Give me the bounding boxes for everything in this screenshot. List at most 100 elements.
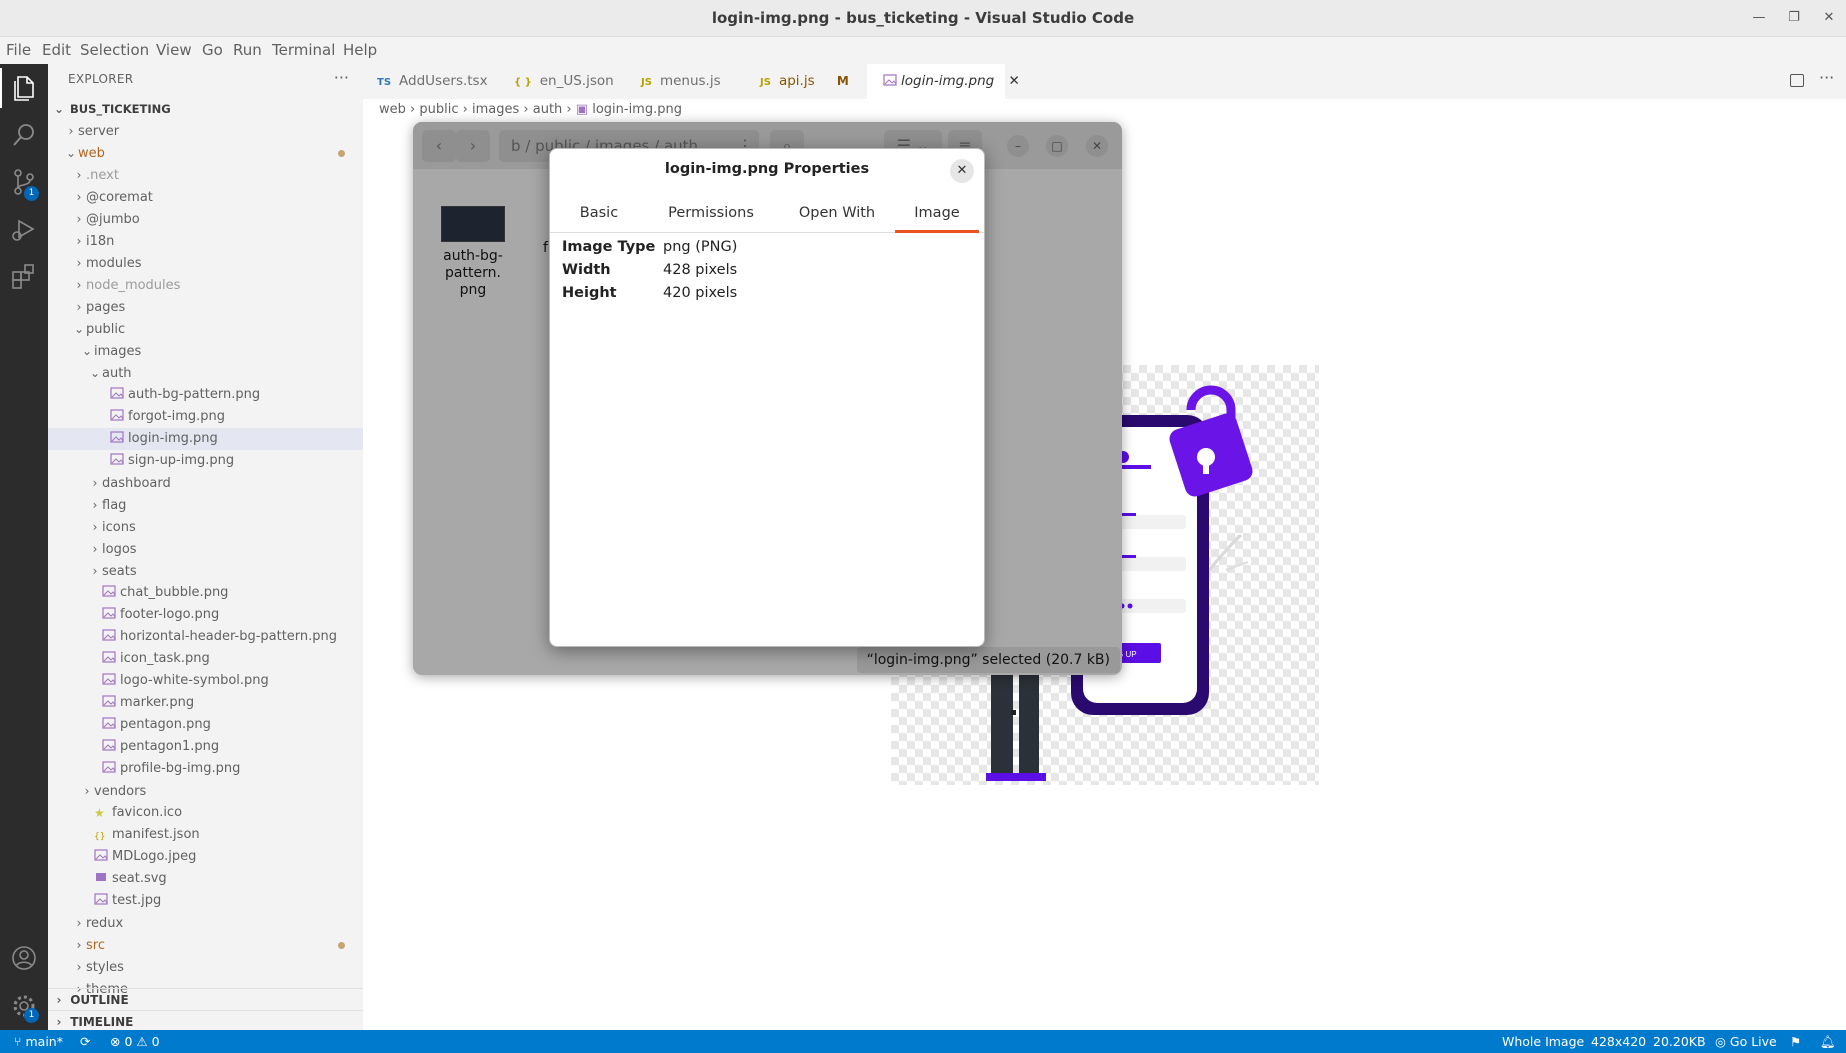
close-tab-icon[interactable]: ✕ [1009,73,1020,89]
tree-item-logos[interactable]: › logos [48,538,363,560]
source-control-icon[interactable]: 1 [8,166,40,201]
search-icon[interactable] [8,119,40,151]
tree-item-profile-bg-img-png[interactable]: profile-bg-img.png [48,758,363,780]
outline-section[interactable]: › OUTLINE [48,988,363,1010]
menu-edit[interactable]: Edit [42,41,71,59]
split-editor-icon[interactable] [1790,74,1804,87]
status-bar: ⑂ main* ⟳ ⊗ 0 ⚠ 0 Whole Image 428x420 20… [0,1030,1846,1053]
maximize-icon[interactable]: □ [1046,135,1068,157]
tree-item-modules[interactable]: › modules [48,252,363,274]
tree-item-test-jpg[interactable]: test.jpg [48,890,363,912]
tab-basic[interactable]: Basic [564,199,634,233]
sync-icon[interactable]: ⟳ [80,1030,90,1053]
extensions-icon[interactable] [8,260,40,292]
minimize-icon[interactable]: – [1007,135,1029,157]
tab-image[interactable]: Image [895,199,979,233]
close-window-button[interactable]: ✕ [1818,7,1840,29]
breadcrumb-web[interactable]: web [379,102,406,117]
breadcrumb-public[interactable]: public [419,102,458,117]
tree-item-icons[interactable]: › icons [48,516,363,538]
go-live-button[interactable]: ◎ Go Live [1715,1030,1777,1053]
tree-item-jumbo[interactable]: › @jumbo [48,208,363,230]
notifications-bell-icon[interactable]: 🔔︎ [1820,1030,1836,1053]
explorer-icon[interactable] [8,72,40,104]
restore-button[interactable]: ❐ [1783,7,1805,29]
tree-item-pentagon-png[interactable]: pentagon.png [48,714,363,736]
tree-item-public[interactable]: ⌄ public [48,318,363,340]
file-item-auth-bg-pattern[interactable]: auth-bg- pattern. png [435,206,511,299]
chevron-right-icon: › [76,256,82,270]
tree-item-auth[interactable]: ⌄ auth [48,362,363,384]
tree-item-flag[interactable]: › flag [48,494,363,516]
minimize-button[interactable]: — [1748,7,1770,29]
tree-item-auth-bg-pattern-png[interactable]: auth-bg-pattern.png [48,384,363,406]
chevron-down-icon: ⌄ [73,322,85,336]
tab-permissions[interactable]: Permissions [656,199,766,233]
menu-help[interactable]: Help [343,41,377,59]
tree-item-styles[interactable]: › styles [48,956,363,978]
dialog-close-button[interactable]: ✕ [950,159,974,183]
account-icon[interactable] [8,942,40,974]
tree-item-pages[interactable]: › pages [48,296,363,318]
tree-item-icon-task-png[interactable]: icon_task.png [48,648,363,670]
tree-item-vendors[interactable]: › vendors [48,780,363,802]
tree-item-seat-svg[interactable]: seat.svg [48,868,363,890]
tree-item-src[interactable]: › src [48,934,363,956]
tree-item-forgot-img-png[interactable]: forgot-img.png [48,406,363,428]
settings-badge: 1 [24,1008,39,1023]
close-icon[interactable]: ✕ [1086,135,1108,157]
workspace-root[interactable]: ⌄ BUS_TICKETING [48,98,363,120]
run-debug-icon[interactable] [8,213,40,245]
tree-item-i18n[interactable]: › i18n [48,230,363,252]
zoom-mode[interactable]: Whole Image [1502,1030,1584,1053]
tree-item-footer-logo-png[interactable]: footer-logo.png [48,604,363,626]
tree-item-coremat[interactable]: › @coremat [48,186,363,208]
breadcrumb-file[interactable]: login-img.png [592,102,682,117]
settings-gear-icon[interactable]: 1 [8,990,40,1023]
tab-en-us-json[interactable]: { } en_US.json [514,64,624,99]
tab-api-js[interactable]: JS api.js M [760,64,860,99]
explorer-more-button[interactable]: ··· [334,68,349,87]
timeline-section[interactable]: › TIMELINE [48,1010,363,1030]
tree-item-sign-up-img-png[interactable]: sign-up-img.png [48,450,363,472]
back-button[interactable]: ‹ [422,130,456,162]
tree-item-next[interactable]: › .next [48,164,363,186]
tab-menus-js[interactable]: JS menus.js [641,64,731,99]
tree-item-seats[interactable]: › seats [48,560,363,582]
breadcrumb-auth[interactable]: auth [533,102,563,117]
menu-selection[interactable]: Selection [80,41,149,59]
tree-item-server[interactable]: › server [48,120,363,142]
branch-indicator[interactable]: ⑂ main* [14,1030,63,1053]
tree-item-mdlogo-jpeg[interactable]: MDLogo.jpeg [48,846,363,868]
tab-addusers[interactable]: TS AddUsers.tsx [377,64,497,99]
tree-item-node-modules[interactable]: › node_modules [48,274,363,296]
menu-terminal[interactable]: Terminal [272,41,335,59]
menu-view[interactable]: View [156,41,192,59]
tree-item-manifest-json[interactable]: {} manifest.json [48,824,363,846]
tab-login-img[interactable]: login-img.png ✕ [867,64,1020,99]
forward-button[interactable]: › [456,130,490,162]
tree-item-label: i18n [86,234,115,249]
tree-item-redux[interactable]: › redux [48,912,363,934]
chevron-right-icon: › [68,124,74,138]
tree-item-label: MDLogo.jpeg [112,849,197,864]
breadcrumb-images[interactable]: images [472,102,519,117]
tree-item-dashboard[interactable]: › dashboard [48,472,363,494]
tree-item-chat-bubble-png[interactable]: chat_bubble.png [48,582,363,604]
tree-item-logo-white-symbol-png[interactable]: logo-white-symbol.png [48,670,363,692]
tree-item-pentagon1-png[interactable]: pentagon1.png [48,736,363,758]
menu-file[interactable]: File [6,41,31,59]
tree-item-horizontal-header-bg-pattern-png[interactable]: horizontal-header-bg-pattern.png [48,626,363,648]
selection-status: “login-img.png” selected (20.7 kB) [856,647,1120,673]
tree-item-favicon-ico[interactable]: ★ favicon.ico [48,802,363,824]
tree-item-images[interactable]: ⌄ images [48,340,363,362]
problems-indicator[interactable]: ⊗ 0 ⚠ 0 [110,1030,160,1053]
tree-item-web[interactable]: ⌄ web [48,142,363,164]
tree-item-marker-png[interactable]: marker.png [48,692,363,714]
tree-item-login-img-png[interactable]: login-img.png [48,428,363,450]
feedback-icon[interactable]: ⚑ [1790,1030,1801,1053]
menu-run[interactable]: Run [233,41,262,59]
menu-go[interactable]: Go [202,41,223,59]
more-actions-icon[interactable]: ··· [1819,68,1834,87]
tab-open-with[interactable]: Open With [782,199,892,233]
